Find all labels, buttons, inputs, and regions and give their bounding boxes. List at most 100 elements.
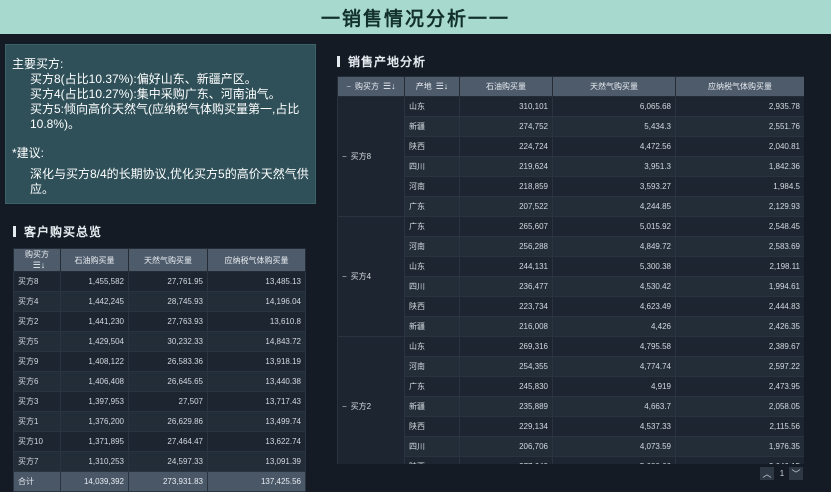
page-title: 一销售情况分析一一 (320, 8, 510, 30)
collapse-all-icon[interactable]: − (346, 82, 351, 91)
table-row[interactable]: 新疆 216,008 4,426 2,426.35 (338, 316, 804, 337)
value-cell: 2,389.67 (675, 336, 804, 357)
value-cell: 219,624 (459, 156, 553, 177)
customer-section-title: 客户购买总览 (13, 223, 102, 240)
table-row[interactable]: 陕西 223,734 4,623.49 2,444.83 (338, 296, 804, 317)
table-row[interactable]: 四川 236,477 4,530.42 1,994.61 (338, 276, 804, 297)
table-row[interactable]: 新疆 235,889 4,663.7 2,058.05 (338, 396, 804, 417)
origin-cell: 新疆 (404, 316, 460, 337)
buyer-group-cell[interactable]: − 买方2 (337, 336, 405, 464)
table-row[interactable]: 陕西 224,724 4,472.56 2,040.81 (338, 136, 804, 157)
value-cell: 236,477 (459, 276, 553, 297)
table-row[interactable]: 河南 254,355 4,774.74 2,597.22 (338, 356, 804, 377)
value-cell: 26,629.86 (128, 411, 208, 432)
column-header-origin[interactable]: 产地 ☰↓ (404, 76, 460, 97)
origin-cell: 四川 (404, 276, 460, 297)
buyer-group-cell[interactable]: − 买方4 (337, 216, 405, 337)
origin-table-scroll[interactable]: − 购买方 ☰↓ 产地 ☰↓ 石油购买量 天然气购买量 应纳税气体购买量 − 买方8 山东… (337, 76, 804, 464)
origin-section-title: 销售产地分析 (337, 53, 426, 70)
table-row[interactable]: 买方1 1,376,200 26,629.86 13,499.74 (13, 411, 306, 432)
table-row[interactable]: 买方10 1,371,895 27,464.47 13,622.74 (13, 431, 306, 452)
value-cell: 6,065.68 (552, 96, 676, 117)
value-cell: 4,426 (552, 316, 676, 337)
table-row[interactable]: − 买方2 山东 269,316 4,795.58 2,389.67 (337, 336, 804, 464)
column-header-gas[interactable]: 天然气购买量 (128, 248, 208, 272)
value-cell: 13,622.74 (207, 431, 306, 452)
table-row[interactable]: 四川 219,624 3,951.3 1,842.36 (338, 156, 804, 177)
value-cell: 206,706 (459, 436, 553, 457)
table-row[interactable]: 河南 218,859 3,593.27 1,984.5 (338, 176, 804, 197)
value-cell: 1,376,200 (60, 411, 129, 432)
buyer-cell: 买方1 (13, 411, 61, 432)
advice-text: 深化与买方8/4的长期协议,优化买方5的高价天然气供应。 (30, 167, 309, 196)
value-cell: 26,583.36 (128, 351, 208, 372)
column-header-buyer[interactable]: − 购买方 ☰↓ (337, 76, 405, 97)
chevron-down-icon[interactable]: ﹀ (789, 467, 803, 480)
value-cell: 1,842.36 (675, 156, 804, 177)
sort-icon[interactable]: ☰↓ (436, 81, 449, 91)
value-cell: 13,918.19 (207, 351, 306, 372)
table-row[interactable]: 买方8 1,455,582 27,761.95 13,485.13 (13, 271, 306, 292)
column-header-gas[interactable]: 天然气购买量 (552, 76, 676, 97)
table-row[interactable]: 买方7 1,310,253 24,597.33 13,091.39 (13, 451, 306, 472)
value-cell: 1,429,504 (60, 331, 129, 352)
column-header-taxable-gas[interactable]: 应纳税气体购买量 (207, 248, 306, 272)
table-row[interactable]: 陕西277,6405,680.662,646.15 (338, 456, 804, 464)
sort-icon[interactable]: ☰↓ (383, 81, 396, 91)
buyer-label: 买方2 (350, 402, 372, 411)
value-cell: 277,640 (459, 456, 553, 464)
origin-cell: 山东 (404, 256, 460, 277)
value-cell: 1,984.5 (675, 176, 804, 197)
table-row[interactable]: 买方3 1,397,953 27,507 13,717.43 (13, 391, 306, 412)
value-cell: 27,507 (128, 391, 208, 412)
value-cell: 254,355 (459, 356, 553, 377)
table-row[interactable]: 新疆 274,752 5,434.3 2,551.76 (338, 116, 804, 137)
table-row[interactable]: 河南 256,288 4,849.72 2,583.69 (338, 236, 804, 257)
sort-icon[interactable]: ☰↓ (33, 260, 46, 270)
value-cell: 2,597.22 (675, 356, 804, 377)
value-cell: 4,073.59 (552, 436, 676, 457)
column-header-taxable-gas[interactable]: 应纳税气体购买量 (675, 76, 804, 97)
value-cell: 4,623.49 (552, 296, 676, 317)
value-cell: 28,745.93 (128, 291, 208, 312)
value-cell: 4,795.58 (552, 336, 676, 357)
buyer-cell: 买方8 (13, 271, 61, 292)
value-cell: 3,951.3 (552, 156, 676, 177)
summary-line: 买方8(占比10.37%):偏好山东、新疆产区。 (30, 72, 257, 86)
table-row[interactable]: 买方4 1,442,245 28,745.93 14,196.04 (13, 291, 306, 312)
column-header-oil[interactable]: 石油购买量 (60, 248, 129, 272)
table-row[interactable]: 四川 206,706 4,073.59 1,976.35 (338, 436, 804, 457)
table-row[interactable]: 山东 244,131 5,300.38 2,198.11 (338, 256, 804, 277)
value-cell: 1,442,245 (60, 291, 129, 312)
table-row[interactable]: 买方2 1,441,230 27,763.93 13,610.8 (13, 311, 306, 332)
value-cell: 13,091.39 (207, 451, 306, 472)
buyer-label: 买方4 (350, 272, 372, 281)
value-cell: 1,310,253 (60, 451, 129, 472)
value-cell: 274,752 (459, 116, 553, 137)
collapse-icon[interactable]: − (342, 272, 347, 281)
value-cell: 24,597.33 (128, 451, 208, 472)
value-cell: 2,473.95 (675, 376, 804, 397)
table-row[interactable]: − 买方4 广东 265,607 5,015.92 2,548.45 (337, 216, 804, 337)
table-row[interactable]: − 买方8 山东 310,101 6,065.68 2,935.78 (337, 96, 804, 217)
value-cell: 2,129.93 (675, 196, 804, 217)
table-row[interactable]: 广东 245,830 4,919 2,473.95 (338, 376, 804, 397)
value-cell: 1,408,122 (60, 351, 129, 372)
chevron-up-icon[interactable]: ︿ (760, 467, 774, 480)
collapse-icon[interactable]: − (342, 152, 347, 161)
buyer-group-cell[interactable]: − 买方8 (337, 96, 405, 217)
table-row[interactable]: 买方5 1,429,504 30,232.33 14,843.72 (13, 331, 306, 352)
table-row[interactable]: 买方9 1,408,122 26,583.36 13,918.19 (13, 351, 306, 372)
buyer-cell: 买方4 (13, 291, 61, 312)
column-header-buyer[interactable]: 购买方☰↓ (13, 248, 61, 272)
column-header-oil[interactable]: 石油购买量 (459, 76, 553, 97)
value-cell: 1,976.35 (675, 436, 804, 457)
table-row[interactable]: 广东 207,522 4,244.85 2,129.93 (338, 196, 804, 217)
value-cell: 4,537.33 (552, 416, 676, 437)
table-row[interactable]: 买方6 1,406,408 26,645.65 13,440.38 (13, 371, 306, 392)
table-row[interactable]: 陕西 229,134 4,537.33 2,115.56 (338, 416, 804, 437)
collapse-icon[interactable]: − (342, 402, 347, 411)
value-cell: 216,008 (459, 316, 553, 337)
value-cell: 269,316 (459, 336, 553, 357)
summary-line: 买方5:倾向高价天然气(应纳税气体购买量第一,占比10.8%)。 (30, 102, 300, 131)
